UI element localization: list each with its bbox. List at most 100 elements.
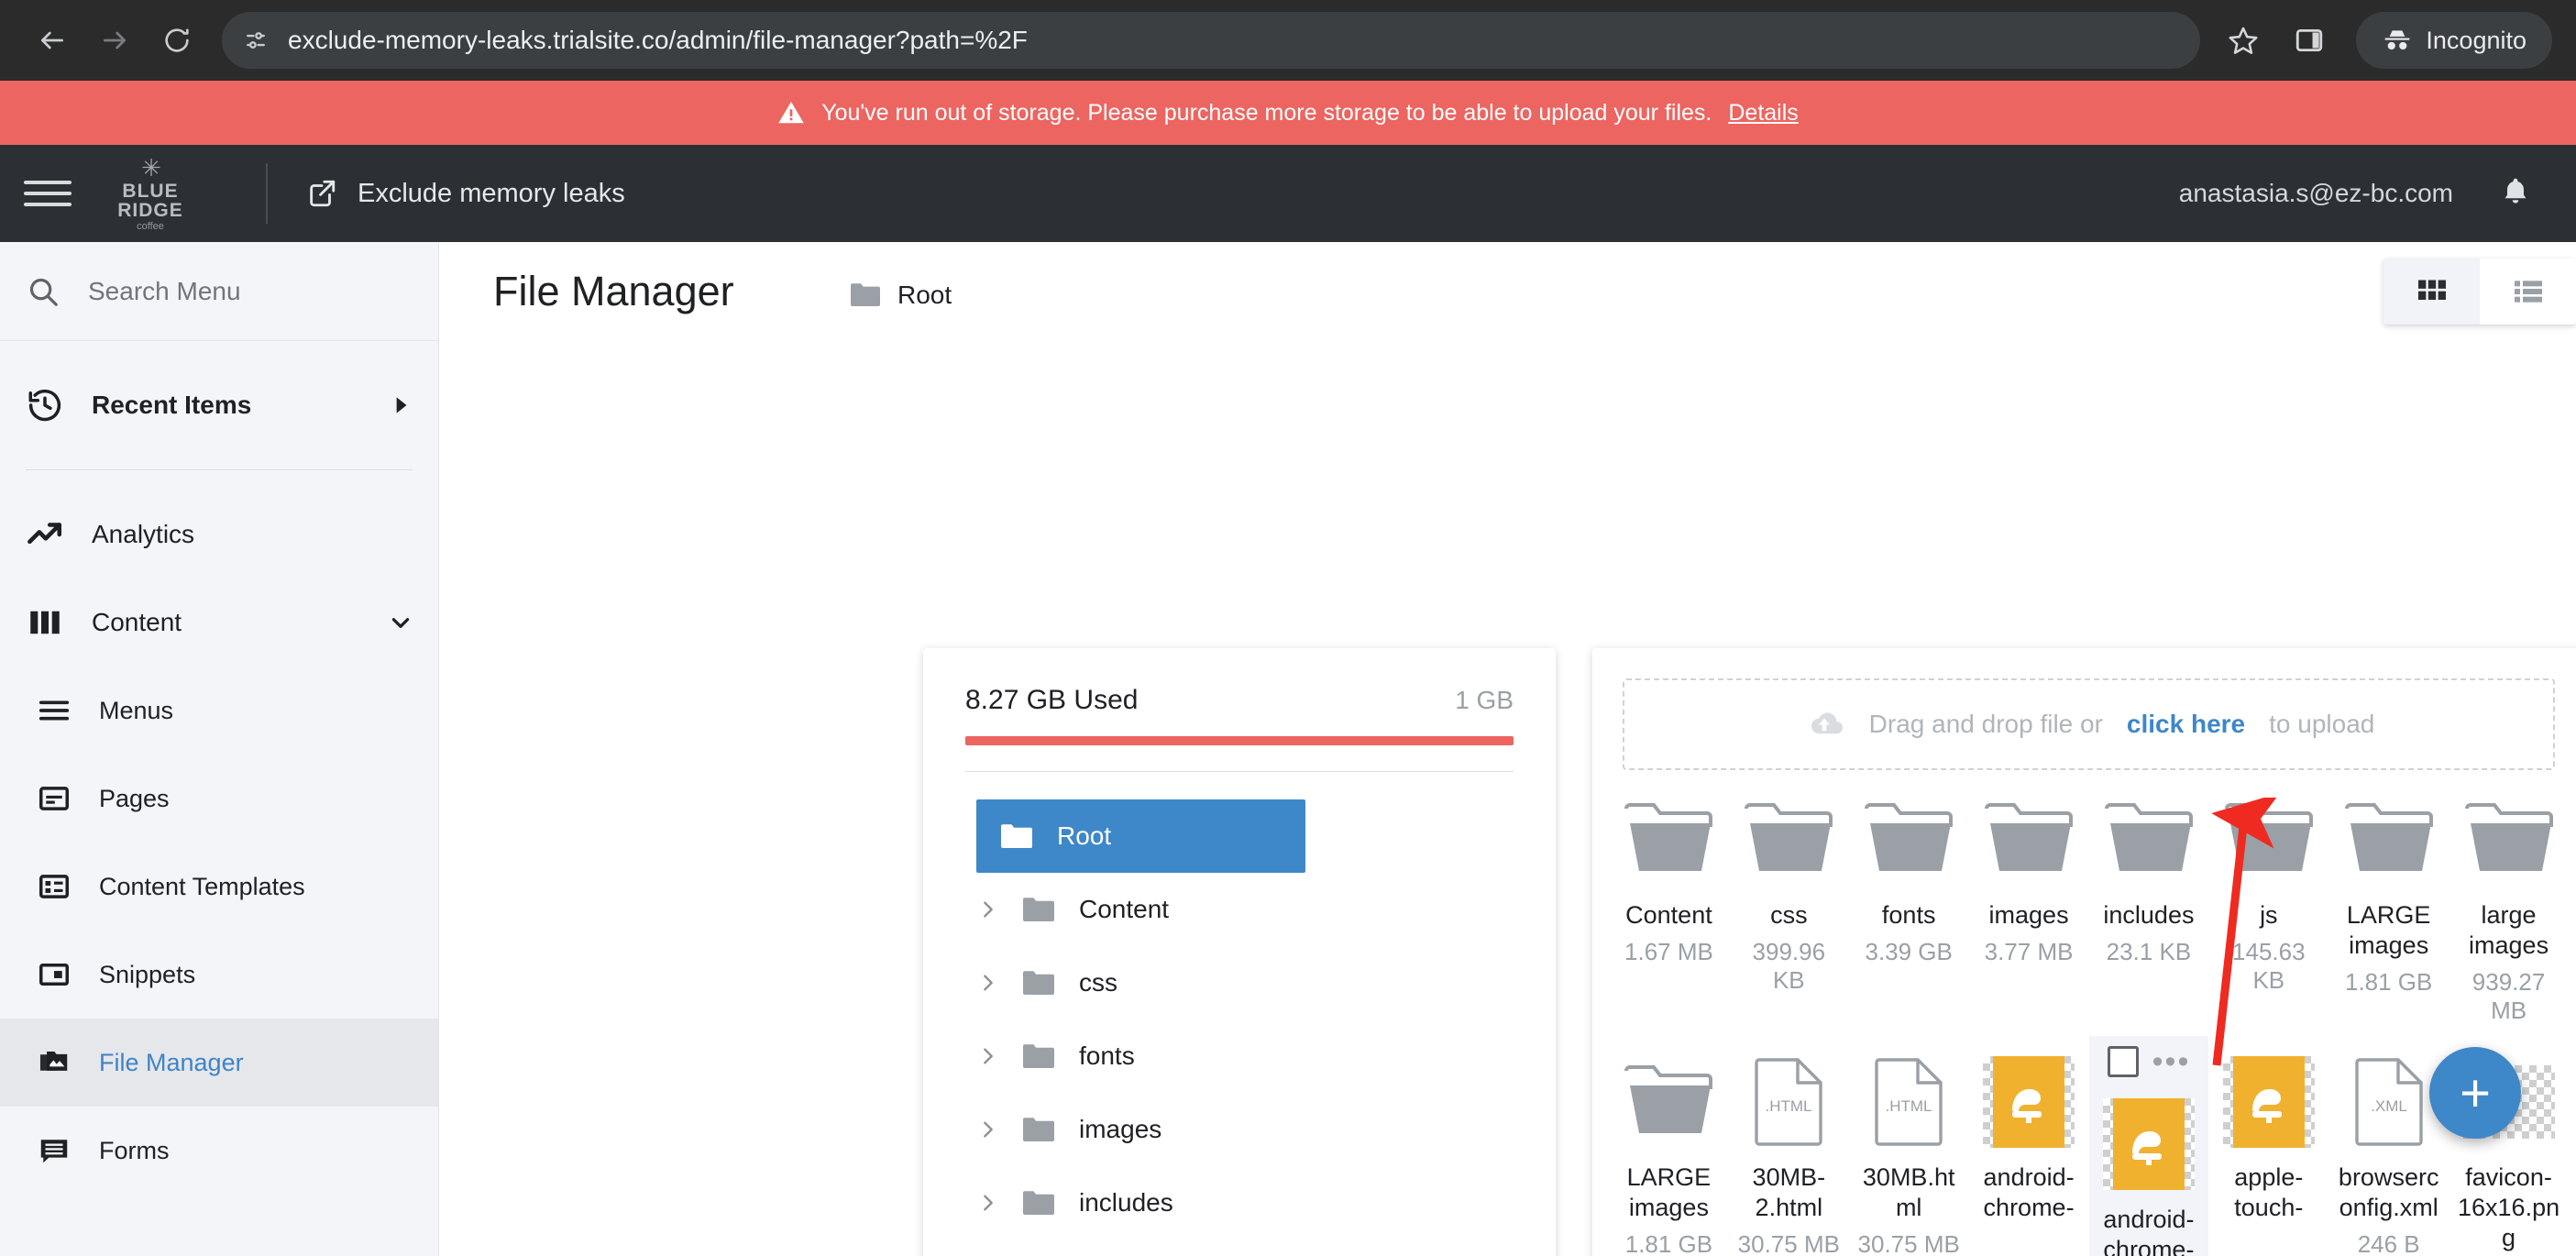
user-email: anastasia.s@ez-bc.com [2178,179,2453,207]
site-settings-icon[interactable] [242,27,270,54]
tree-item-css[interactable]: css [923,946,1556,1019]
grid-view-icon [2417,280,2446,300]
header-right: anastasia.s@ez-bc.com [2179,173,2532,215]
incognito-icon [2385,30,2410,50]
file-size: 30.75 MB [1737,1229,1840,1256]
file-tile[interactable]: large images 939.27 MB [2449,774,2569,1036]
file-size: 23.1 KB [2106,937,2192,965]
file-name: fonts [1881,901,1936,929]
storage-total-label: 1 GB [1455,686,1514,714]
file-name: images [1988,901,2069,929]
chevron-right-icon[interactable] [978,973,998,993]
file-tile[interactable]: .XML browserconfig.xml 246 B [2328,1036,2449,1256]
view-toggle [2383,259,2576,325]
sidebar-item-menus[interactable]: Menus [0,667,438,755]
file-size: 1.67 MB [1624,937,1713,965]
open-in-new-icon [310,180,336,207]
sidebar-item-snippets[interactable]: Snippets [0,931,438,1019]
breadcrumb: Root [850,281,952,310]
brand-logo: ✳ BLUE RIDGE coffee [106,156,194,232]
sidebar-item-analytics[interactable]: Analytics [0,490,438,578]
side-panel-button[interactable] [2281,12,2338,69]
file-tile[interactable]: .HTML 30MB-2.html 30.75 MB [1729,1036,1849,1256]
grid-view-button[interactable] [2383,259,2480,325]
file-browser-panel: Drag and drop file or click here to uplo… [1592,648,2576,1256]
reload-button[interactable] [149,12,205,69]
file-tile[interactable]: Content 1.67 MB [1609,774,1729,1036]
file-tile[interactable]: includes 23.1 KB [2089,774,2209,1036]
file-tile[interactable]: css 399.96 KB [1729,774,1849,1036]
sidebar-item-recent-items[interactable]: Recent Items [0,361,438,449]
file-manager-icon [37,1045,72,1080]
tree-item-images[interactable]: images [923,1093,1556,1166]
sidebar: Search Menu Recent Items Analytics Conte… [0,242,439,1256]
folder-icon [1022,897,1055,923]
sidebar-item-forms[interactable]: Forms [0,1107,438,1195]
folder-icon [1022,1043,1055,1070]
file-tile[interactable]: .HTML 30MB.html 30.75 MB [1849,1036,1969,1256]
file-tile-selected[interactable]: ••• android-chrome- [2088,1035,2209,1256]
address-bar[interactable]: exclude-memory-leaks.trialsite.co/admin/… [222,12,2201,69]
tree-item-root[interactable]: Root [976,799,1305,873]
chevron-right-icon[interactable] [978,899,998,920]
more-options-icon[interactable]: ••• [2152,1046,2191,1077]
tree-item-fonts[interactable]: fonts [923,1019,1556,1093]
file-tile-actions: ••• [2089,1043,2209,1080]
file-tile[interactable]: js 145.63 KB [2208,774,2328,1036]
folder-icon [1022,1117,1055,1143]
chevron-right-icon[interactable] [978,1193,998,1213]
tree-item-includes[interactable]: includes [923,1166,1556,1239]
file-tile[interactable]: LARGE images 1.81 GB [2328,774,2449,1036]
side-panel-icon [2296,28,2323,52]
upload-click-here-link[interactable]: click here [2127,710,2245,739]
file-name: android-chrome- [2103,1205,2195,1256]
add-file-button[interactable]: + [2429,1047,2521,1139]
sidebar-item-file-manager[interactable]: File Manager [0,1019,438,1107]
app-header: ✳ BLUE RIDGE coffee Exclude memory leaks… [0,145,2576,242]
sidebar-item-label: Menus [99,696,174,724]
header-divider [266,163,268,224]
forward-button[interactable] [86,12,143,69]
folder-icon [2223,794,2315,886]
sidebar-item-label: Pages [99,784,170,812]
file-select-checkbox[interactable] [2107,1045,2139,1077]
sidebar-item-content[interactable]: Content [0,578,438,667]
site-link[interactable]: Exclude memory leaks [306,178,625,209]
upload-dropzone[interactable]: Drag and drop file or click here to uplo… [1623,678,2555,770]
hamburger-menu-icon[interactable] [24,181,72,206]
sidebar-item-content-templates[interactable]: Content Templates [0,843,438,931]
back-button[interactable] [24,12,81,69]
file-size: 3.77 MB [1984,937,2074,965]
storage-panel: 8.27 GB Used 1 GB Root Content css fonts… [923,648,1556,1256]
browser-chrome: exclude-memory-leaks.trialsite.co/admin/… [0,0,2576,81]
file-name: 30MB-2.html [1752,1162,1826,1221]
file-tile[interactable]: apple-touch- [2208,1036,2328,1256]
chevron-right-icon[interactable] [978,1046,998,1066]
plus-icon: + [2460,1063,2491,1123]
file-tile[interactable]: images 3.77 MB [1969,774,2089,1036]
dropzone-text-after: to upload [2269,710,2375,738]
tree-item-content[interactable]: Content [923,873,1556,946]
sidebar-item-pages[interactable]: Pages [0,755,438,843]
file-tile[interactable]: android-chrome- [1969,1036,2089,1256]
file-size: 1.81 GB [2344,967,2433,996]
alert-details-link[interactable]: Details [1728,100,1798,127]
profile-incognito-button[interactable]: Incognito [2356,12,2552,69]
file-grid: Content 1.67 MB css 399.96 KB fonts 3.39… [1592,774,2576,1256]
forms-icon [37,1133,72,1168]
bookmark-button[interactable] [2215,12,2272,69]
chevron-right-icon[interactable] [978,1119,998,1140]
search-menu-input[interactable]: Search Menu [0,242,438,341]
file-name: LARGE images [1626,1162,1712,1221]
file-tile[interactable]: LARGE images 1.81 GB [1609,1036,1729,1256]
notifications-button[interactable] [2499,173,2532,215]
brand-name-line1: BLUE [122,180,179,202]
tree-item-label: images [1079,1115,1162,1143]
file-tile[interactable]: fonts 3.39 GB [1849,774,1969,1036]
svg-text:.HTML: .HTML [1886,1097,1932,1115]
image-thumbnail [1983,1055,2075,1148]
tree-item-js[interactable]: js [923,1239,1556,1256]
back-arrow-icon [41,31,63,50]
list-view-button[interactable] [2480,259,2576,325]
brand-emblem-icon: ✳ [141,153,161,182]
